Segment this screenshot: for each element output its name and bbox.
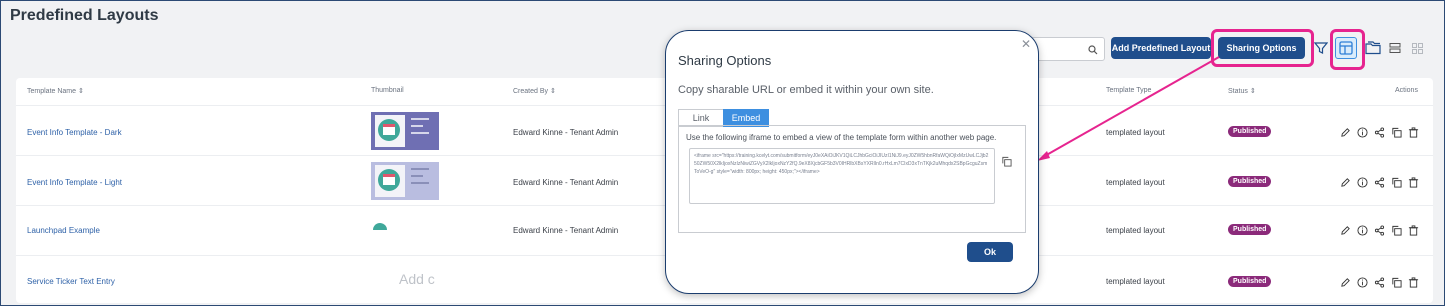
modal-subtitle: Copy sharable URL or embed it within you…: [678, 84, 934, 96]
template-type: templated layout: [1106, 277, 1165, 286]
share-icon[interactable]: [1374, 127, 1385, 138]
sharing-options-modal: ✕ Sharing Options Copy sharable URL or e…: [665, 30, 1039, 294]
row-actions: [1340, 225, 1419, 236]
header-actions: Actions: [1395, 87, 1418, 94]
template-thumbnail[interactable]: [371, 162, 439, 200]
status-badge: Published: [1228, 224, 1272, 235]
app-frame: Predefined Layouts Add Predefined Layout…: [0, 0, 1445, 306]
header-template-type[interactable]: Template Type: [1106, 87, 1151, 94]
calendar-icon: [383, 124, 395, 135]
copy-icon[interactable]: [1391, 177, 1402, 188]
template-type: templated layout: [1106, 178, 1165, 187]
embed-description: Use the following iframe to embed a view…: [686, 133, 997, 142]
add-predefined-layout-button[interactable]: Add Predefined Layout: [1111, 37, 1211, 59]
iframe-code-textarea[interactable]: <iframe src="https://training.kcelyt.com…: [689, 148, 995, 204]
row-actions: [1340, 177, 1419, 188]
template-type: templated layout: [1106, 226, 1165, 235]
info-icon[interactable]: [1357, 177, 1368, 188]
edit-icon[interactable]: [1340, 225, 1351, 236]
list-view-icon[interactable]: [1385, 38, 1405, 58]
status-badge: Published: [1228, 126, 1272, 137]
edit-icon[interactable]: [1340, 127, 1351, 138]
header-created-by[interactable]: Created By ⇕: [513, 87, 556, 95]
header-status[interactable]: Status ⇕: [1228, 87, 1256, 95]
template-type: templated layout: [1106, 128, 1165, 137]
status-badge: Published: [1228, 176, 1272, 187]
folder-icon[interactable]: [1363, 38, 1383, 58]
copy-icon[interactable]: [1391, 225, 1402, 236]
share-tabs: Link Embed: [678, 109, 769, 127]
filter-icon[interactable]: [1311, 38, 1331, 58]
sharing-options-button[interactable]: Sharing Options: [1218, 37, 1305, 59]
sort-icon[interactable]: ⇕: [78, 88, 84, 95]
share-icon[interactable]: [1374, 225, 1385, 236]
delete-icon[interactable]: [1408, 177, 1419, 188]
modal-title: Sharing Options: [678, 53, 772, 68]
calendar-icon: [383, 174, 395, 185]
created-by: Edward Kinne - Tenant Admin: [513, 226, 619, 235]
info-icon[interactable]: [1357, 277, 1368, 288]
template-name-link[interactable]: Event Info Template - Light: [27, 178, 122, 187]
edit-icon[interactable]: [1340, 277, 1351, 288]
embed-panel: Use the following iframe to embed a view…: [678, 125, 1026, 233]
status-badge: Published: [1228, 276, 1272, 287]
sort-icon[interactable]: ⇕: [1250, 88, 1256, 95]
row-actions: [1340, 127, 1419, 138]
delete-icon[interactable]: [1408, 225, 1419, 236]
info-icon[interactable]: [1357, 225, 1368, 236]
info-icon[interactable]: [1357, 127, 1368, 138]
share-icon[interactable]: [1374, 177, 1385, 188]
add-content-placeholder: Add c: [399, 271, 435, 287]
delete-icon[interactable]: [1408, 277, 1419, 288]
header-thumbnail: Thumbnail: [371, 87, 404, 94]
delete-icon[interactable]: [1408, 127, 1419, 138]
edit-icon[interactable]: [1340, 177, 1351, 188]
grid-view-icon[interactable]: [1407, 38, 1427, 58]
row-actions: [1340, 277, 1419, 288]
close-icon[interactable]: ✕: [1021, 37, 1031, 51]
search-input[interactable]: [1031, 37, 1105, 61]
search-icon: [1088, 42, 1098, 60]
template-name-link[interactable]: Service Ticker Text Entry: [27, 277, 115, 286]
share-icon[interactable]: [1374, 277, 1385, 288]
template-name-link[interactable]: Event Info Template - Dark: [27, 128, 122, 137]
ok-button[interactable]: Ok: [967, 242, 1013, 262]
created-by: Edward Kinne - Tenant Admin: [513, 128, 619, 137]
copy-icon[interactable]: [1391, 277, 1402, 288]
created-by: Edward Kinne - Tenant Admin: [513, 178, 619, 187]
header-template-name[interactable]: Template Name ⇕: [27, 87, 84, 95]
sort-icon[interactable]: ⇕: [550, 88, 556, 95]
page-title: Predefined Layouts: [10, 7, 159, 24]
template-thumbnail[interactable]: [373, 223, 387, 230]
layout-view-icon[interactable]: [1335, 37, 1357, 59]
template-thumbnail[interactable]: [371, 112, 439, 150]
copy-icon[interactable]: [1001, 154, 1012, 172]
copy-icon[interactable]: [1391, 127, 1402, 138]
template-name-link[interactable]: Launchpad Example: [27, 226, 100, 235]
